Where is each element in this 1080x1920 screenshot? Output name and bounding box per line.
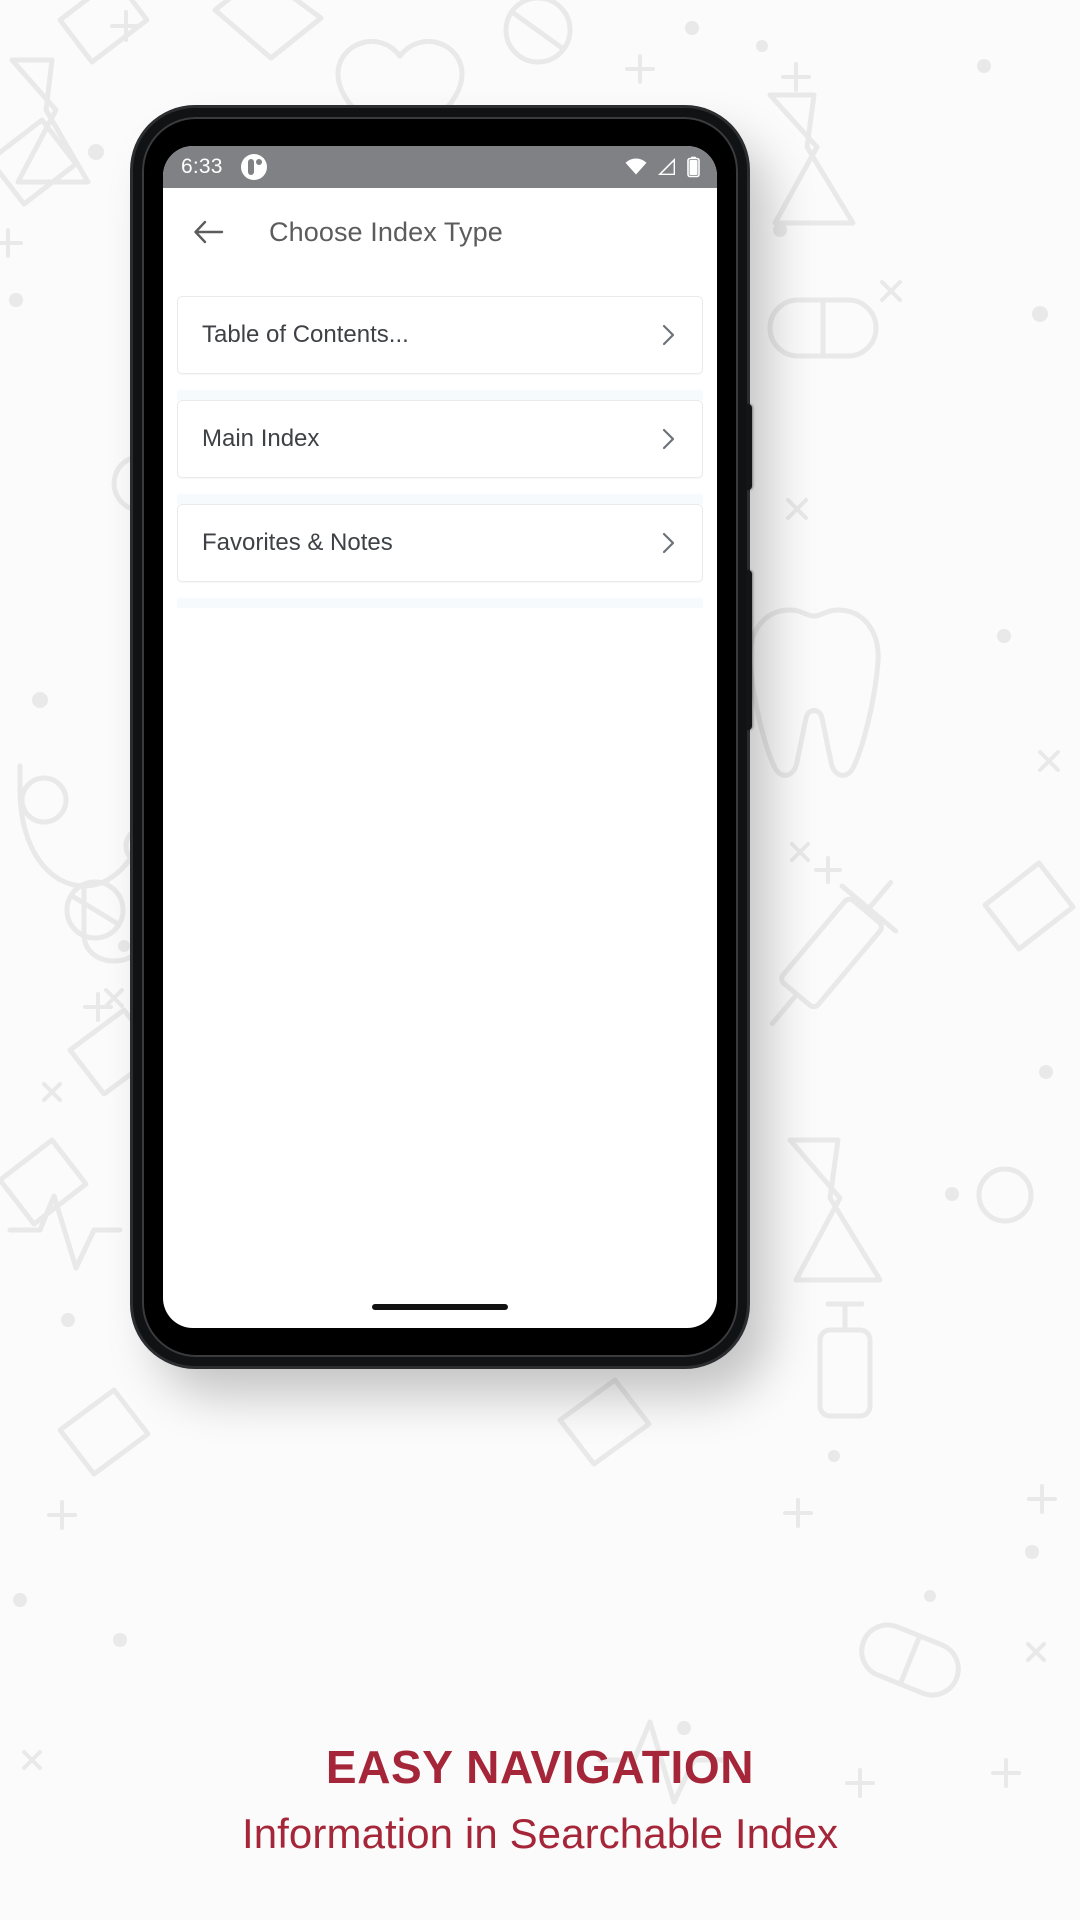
- index-item-favorites-and-notes[interactable]: Favorites & Notes: [177, 504, 703, 582]
- phone-mockup: 6:33 Choose Index Type Table of Contents…: [133, 108, 752, 1366]
- app-notification-icon: [240, 154, 267, 180]
- index-item-label: Main Index: [202, 425, 320, 452]
- caption-headline: EASY NAVIGATION: [325, 1741, 755, 1793]
- app-bar: Choose Index Type: [163, 188, 717, 276]
- wifi-icon: [625, 158, 647, 175]
- list-divider: [177, 598, 703, 608]
- back-button[interactable]: [185, 209, 231, 255]
- back-arrow-icon: [194, 220, 224, 244]
- status-bar-clock: 6:33: [181, 155, 223, 178]
- volume-button[interactable]: [746, 570, 752, 730]
- status-bar: 6:33: [163, 146, 717, 188]
- index-item-main-index[interactable]: Main Index: [177, 400, 703, 478]
- promo-caption: EASY NAVIGATION Information in Searchabl…: [0, 1740, 1080, 1858]
- index-item-label: Favorites & Notes: [202, 529, 393, 556]
- index-item-label: Table of Contents...: [202, 321, 409, 348]
- page-title: Choose Index Type: [269, 216, 503, 247]
- index-item-table-of-contents[interactable]: Table of Contents...: [177, 296, 703, 374]
- home-indicator[interactable]: [372, 1304, 508, 1310]
- index-type-list: Table of Contents... Main Index Favorite…: [163, 276, 717, 608]
- status-bar-indicators: [624, 156, 701, 178]
- power-button[interactable]: [746, 404, 752, 490]
- chevron-right-icon: [658, 324, 680, 346]
- chevron-right-icon: [658, 532, 680, 554]
- phone-screen: 6:33 Choose Index Type Table of Contents…: [163, 146, 717, 1328]
- battery-icon: [687, 156, 700, 178]
- caption-subline: Information in Searchable Index: [241, 1810, 839, 1857]
- list-divider: [177, 494, 703, 504]
- list-divider: [177, 390, 703, 400]
- cellular-signal-icon: [658, 158, 675, 175]
- chevron-right-icon: [658, 428, 680, 450]
